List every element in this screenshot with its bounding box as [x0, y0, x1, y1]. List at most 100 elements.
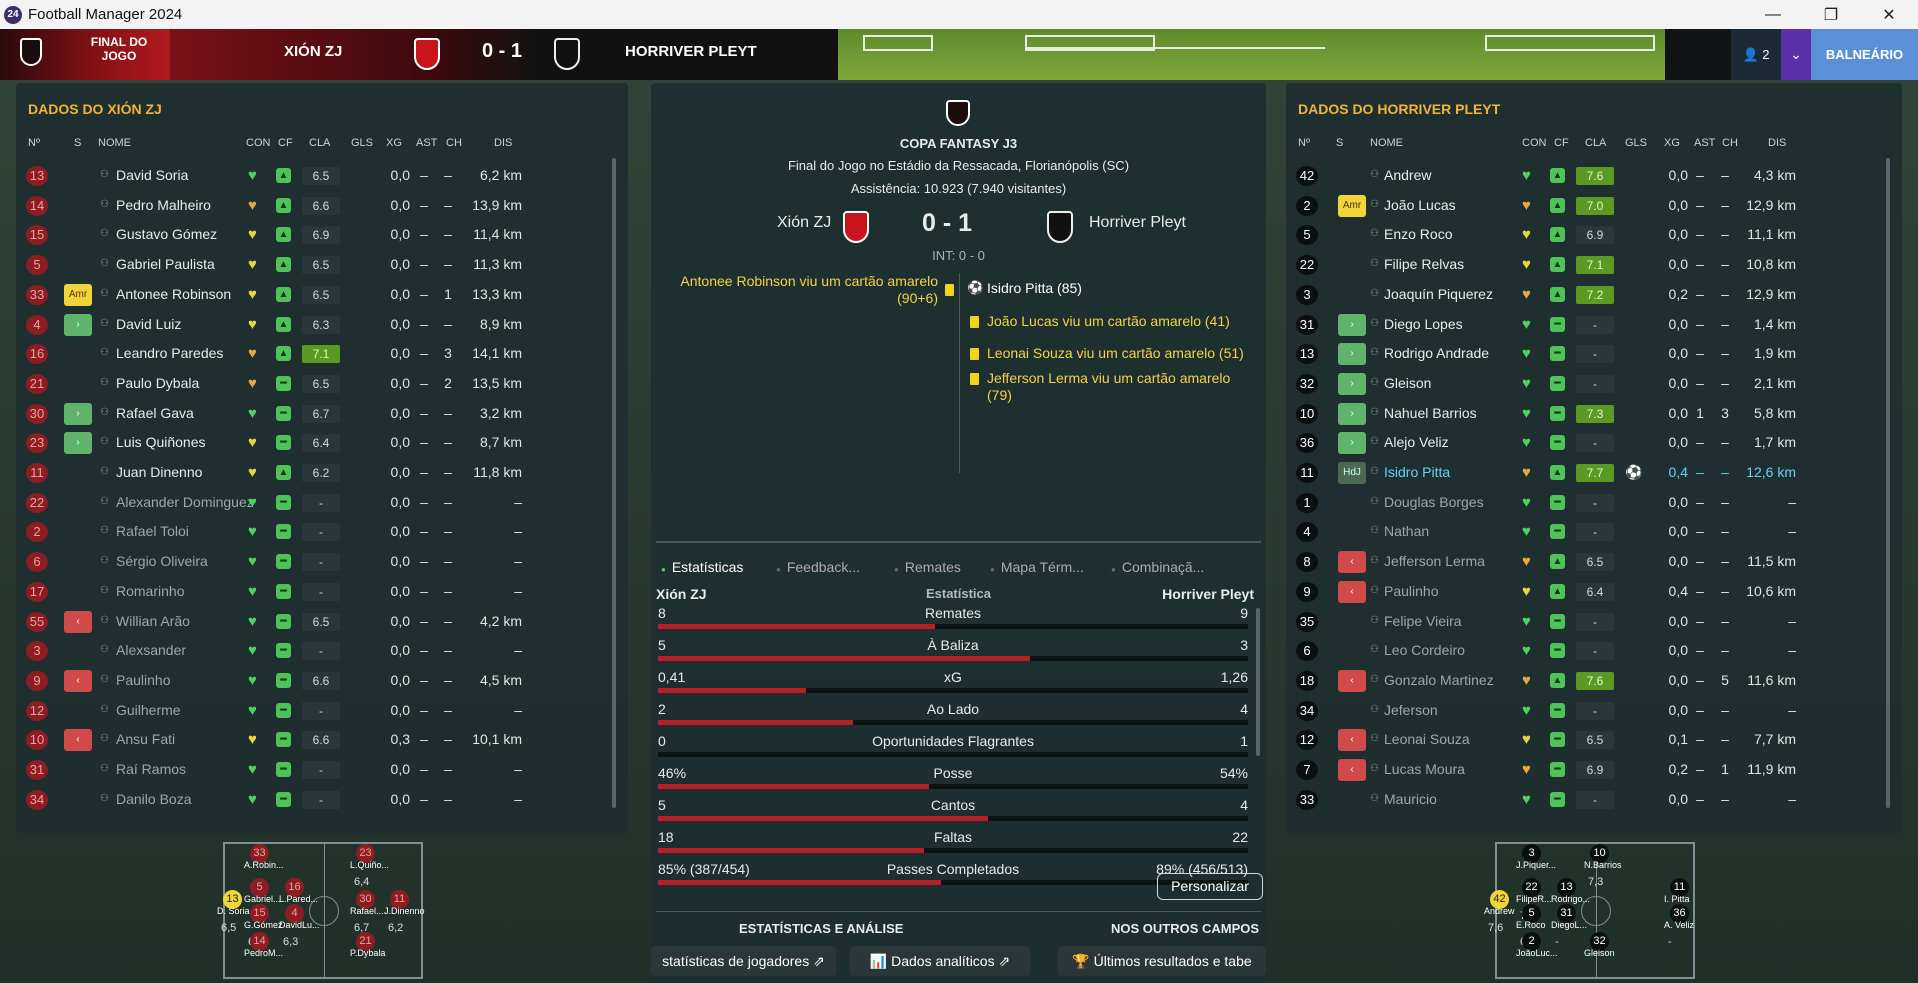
player-row[interactable]: 14 ⚇ Pedro Malheiro ♥ ▲ 6.6 0,0– –13,9 km [16, 191, 616, 221]
player-row[interactable]: 35 ⚇ Felipe Vieira ♥ ━ -0,0– – – [1286, 607, 1886, 637]
column-header-ast[interactable]: AST [1694, 137, 1715, 149]
column-header-ast[interactable]: AST [416, 137, 437, 149]
player-row[interactable]: 34 ⚇ Danilo Boza ♥ ━ -0,0– – – [16, 785, 616, 815]
minimize-icon[interactable]: — [1744, 0, 1802, 29]
column-header-s[interactable]: S [1336, 137, 1343, 149]
player-row[interactable]: 5 ⚇ Enzo Roco ♥ ▲ 6.9 0,0– –11,1 km [1286, 220, 1886, 250]
column-header-cf[interactable]: CF [1554, 137, 1569, 149]
player-name[interactable]: Paulo Dybala [116, 375, 199, 391]
player-row[interactable]: 11 HdJ ⚇ Isidro Pitta ♥ ▲ 7.7 ⚽ 0,4– –12,6 km [1286, 458, 1886, 488]
player-row[interactable]: 10 › ⚇ Nahuel Barrios ♥ ━ 7.3 0,0 1 3 5,8 km [1286, 399, 1886, 429]
close-icon[interactable]: ✕ [1860, 0, 1918, 29]
player-name[interactable]: Jefferson Lerma [1384, 553, 1485, 569]
player-name[interactable]: Danilo Boza [116, 791, 192, 807]
tab-4[interactable]: ● Combinaçã... [1111, 559, 1204, 575]
player-name[interactable]: Willian Arão [116, 613, 190, 629]
player-name[interactable]: Alexsander [116, 642, 186, 658]
player-row[interactable]: 4 ⚇ Nathan ♥ ━ -0,0– – – [1286, 517, 1886, 547]
player-name[interactable]: Isidro Pitta [1384, 464, 1450, 480]
player-name[interactable]: Nahuel Barrios [1384, 405, 1477, 421]
player-name[interactable]: Diego Lopes [1384, 316, 1463, 332]
player-row[interactable]: 33 ⚇ Mauricio ♥ ━ -0,0– – – [1286, 785, 1886, 815]
column-header-dis[interactable]: DIS [494, 137, 512, 149]
column-header-con[interactable]: CON [246, 137, 270, 149]
player-row[interactable]: 42 ⚇ Andrew ♥ ▲ 7.6 0,0– –4,3 km [1286, 161, 1886, 191]
player-row[interactable]: 12 ⚇ Guilherme ♥ ━ -0,0– – – [16, 696, 616, 726]
player-row[interactable]: 7 ‹ ⚇ Lucas Moura ♥ ━ 6.9 0,2–1 11,9 km [1286, 755, 1886, 785]
customize-button[interactable]: Personalizar [1157, 873, 1263, 900]
column-header-no[interactable]: Nº [28, 137, 40, 149]
column-header-no[interactable]: Nº [1298, 137, 1310, 149]
maximize-icon[interactable]: ❐ [1802, 0, 1860, 29]
player-row[interactable]: 55 ‹ ⚇ Willian Arão ♥ ━ 6.5 0,0– –4,2 km [16, 607, 616, 637]
player-row[interactable]: 6 ⚇ Sérgio Oliveira ♥ ━ -0,0– – – [16, 547, 616, 577]
player-row[interactable]: 9 ‹ ⚇ Paulinho ♥ ━ 6.6 0,0– –4,5 km [16, 666, 616, 696]
column-header-s[interactable]: S [74, 137, 81, 149]
player-name[interactable]: Gustavo Gómez [116, 226, 217, 242]
player-name[interactable]: Romarinho [116, 583, 184, 599]
player-name[interactable]: Paulinho [1384, 583, 1439, 599]
player-name[interactable]: João Lucas [1384, 197, 1456, 213]
player-name[interactable]: Ansu Fati [116, 731, 175, 747]
tab-0[interactable]: ● Estatísticas [661, 559, 743, 575]
player-name[interactable]: Juan Dinenno [116, 464, 202, 480]
column-header-xg[interactable]: XG [386, 137, 402, 149]
player-row[interactable]: 3 ⚇ Alexsander ♥ ━ -0,0– – – [16, 636, 616, 666]
column-header-name[interactable]: NOME [98, 137, 131, 149]
player-name[interactable]: Felipe Vieira [1384, 613, 1462, 629]
player-name[interactable]: Mauricio [1384, 791, 1437, 807]
player-name[interactable]: Nathan [1384, 523, 1429, 539]
player-name[interactable]: Lucas Moura [1384, 761, 1465, 777]
player-row[interactable]: 4 › ⚇ David Luiz ♥ ▲ 6.3 0,0– –8,9 km [16, 310, 616, 340]
player-row[interactable]: 22 ⚇ Alexander Dominguez ♥ ━ -0,0– – – [16, 488, 616, 518]
player-name[interactable]: David Soria [116, 167, 188, 183]
player-name[interactable]: Leonai Souza [1384, 731, 1470, 747]
tab-3[interactable]: ● Mapa Térm... [990, 559, 1084, 575]
column-header-name[interactable]: NOME [1370, 137, 1403, 149]
column-header-ch[interactable]: CH [446, 137, 462, 149]
player-row[interactable]: 8 ‹ ⚇ Jefferson Lerma ♥ ▲ 6.5 0,0– –11,5 km [1286, 547, 1886, 577]
player-name[interactable]: Alexander Dominguez [116, 494, 254, 510]
player-row[interactable]: 2 Amr ⚇ João Lucas ♥ ▲ 7.0 0,0– –12,9 km [1286, 191, 1886, 221]
player-row[interactable]: 13 › ⚇ Rodrigo Andrade ♥ ━ -0,0– –1,9 km [1286, 339, 1886, 369]
player-name[interactable]: Alejo Veliz [1384, 434, 1449, 450]
player-row[interactable]: 5 ⚇ Gabriel Paulista ♥ ▲ 6.5 0,0– –11,3 km [16, 250, 616, 280]
column-header-dis[interactable]: DIS [1768, 137, 1786, 149]
scrollbar[interactable] [1886, 158, 1890, 808]
player-row[interactable]: 23 › ⚇ Luis Quiñones ♥ ━ 6.4 0,0– –8,7 km [16, 428, 616, 458]
player-name[interactable]: Gonzalo Martinez [1384, 672, 1494, 688]
player-name[interactable]: Luis Quiñones [116, 434, 206, 450]
player-row[interactable]: 3 ⚇ Joaquín Piquerez ♥ ▲ 7.2 0,2– –12,9 km [1286, 280, 1886, 310]
player-name[interactable]: Andrew [1384, 167, 1431, 183]
player-row[interactable]: 17 ⚇ Romarinho ♥ ━ -0,0– – – [16, 577, 616, 607]
player-row[interactable]: 33 Amr ⚇ Antonee Robinson ♥ ▲ 6.5 0,0–1 13,3 km [16, 280, 616, 310]
player-row[interactable]: 15 ⚇ Gustavo Gómez ♥ ▲ 6.9 0,0– –11,4 km [16, 220, 616, 250]
player-row[interactable]: 30 › ⚇ Rafael Gava ♥ ━ 6.7 0,0– –3,2 km [16, 399, 616, 429]
stats-scrollbar[interactable] [1256, 608, 1260, 756]
player-name[interactable]: Joaquín Piquerez [1384, 286, 1493, 302]
player-row[interactable]: 1 ⚇ Douglas Borges ♥ ━ -0,0– – – [1286, 488, 1886, 518]
player-name[interactable]: Rafael Toloi [116, 523, 189, 539]
player-name[interactable]: Jeferson [1384, 702, 1438, 718]
column-header-cla[interactable]: CLA [309, 137, 330, 149]
column-header-con[interactable]: CON [1522, 137, 1546, 149]
player-row[interactable]: 2 ⚇ Rafael Toloi ♥ ━ -0,0– – – [16, 517, 616, 547]
scrollbar[interactable] [612, 158, 616, 808]
player-row[interactable]: 21 ⚇ Paulo Dybala ♥ ━ 6.5 0,0–2 13,5 km [16, 369, 616, 399]
player-row[interactable]: 31 ⚇ Raí Ramos ♥ ━ -0,0– – – [16, 755, 616, 785]
player-name[interactable]: Antonee Robinson [116, 286, 231, 302]
player-name[interactable]: Pedro Malheiro [116, 197, 211, 213]
player-name[interactable]: Rafael Gava [116, 405, 194, 421]
users-button[interactable]: 👤 2 [1731, 29, 1781, 80]
player-name[interactable]: Gabriel Paulista [116, 256, 215, 272]
column-header-gls[interactable]: GLS [1625, 137, 1647, 149]
column-header-gls[interactable]: GLS [351, 137, 373, 149]
player-name[interactable]: Douglas Borges [1384, 494, 1484, 510]
column-header-cla[interactable]: CLA [1585, 137, 1606, 149]
player-name[interactable]: Raí Ramos [116, 761, 186, 777]
player-name[interactable]: Guilherme [116, 702, 181, 718]
column-header-cf[interactable]: CF [278, 137, 293, 149]
player-name[interactable]: Sérgio Oliveira [116, 553, 208, 569]
player-name[interactable]: Paulinho [116, 672, 171, 688]
dressing-room-button[interactable]: BALNEÁRIO [1811, 29, 1918, 80]
